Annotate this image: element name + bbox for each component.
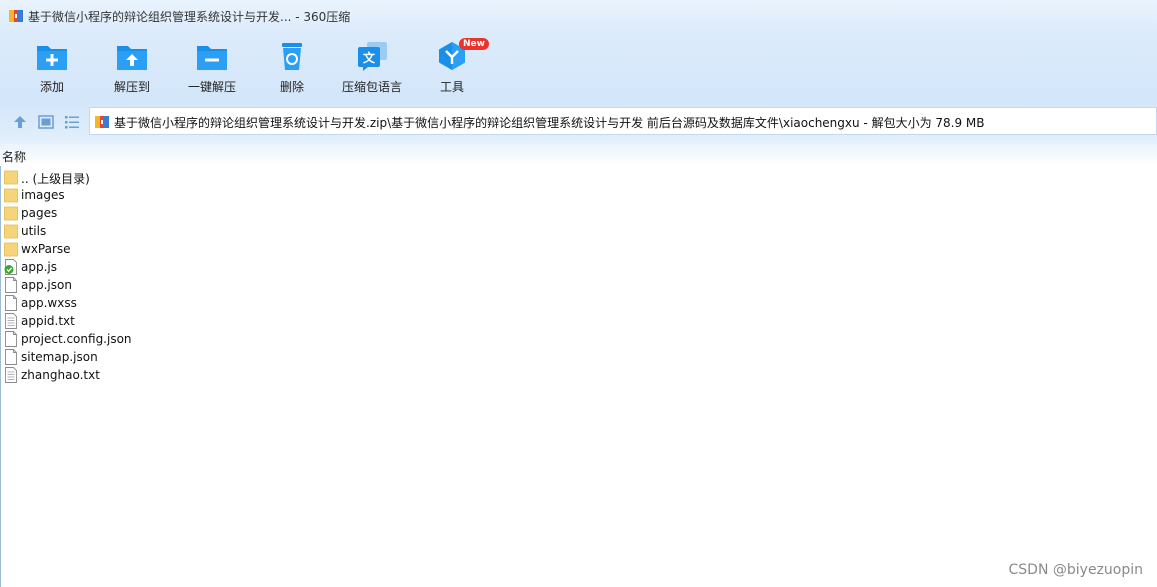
file-icon bbox=[5, 277, 17, 293]
watermark: CSDN @biyezuopin bbox=[1008, 562, 1143, 578]
file-name: images bbox=[21, 188, 65, 202]
file-name: zhanghao.txt bbox=[21, 368, 100, 382]
one-click-extract-icon bbox=[197, 46, 227, 70]
js-file-icon bbox=[4, 259, 17, 275]
file-name: project.config.json bbox=[21, 332, 132, 346]
thumbnail-view-icon[interactable] bbox=[37, 113, 55, 131]
file-row[interactable]: utils bbox=[0, 222, 600, 240]
up-arrow-icon[interactable] bbox=[11, 113, 29, 131]
folder-icon bbox=[4, 206, 18, 221]
file-list: .. (上级目录) images pages utils wxParse app.js ap… bbox=[0, 168, 600, 384]
file-name: sitemap.json bbox=[21, 350, 98, 364]
extract-to-label: 解压到 bbox=[113, 80, 150, 94]
one-click-extract-button[interactable]: 一键解压 bbox=[177, 40, 247, 98]
address-row: 基于微信小程序的辩论组织管理系统设计与开发.zip\基于微信小程序的辩论组织管理… bbox=[0, 100, 1157, 144]
file-name: app.json bbox=[21, 278, 72, 292]
text-file-icon bbox=[5, 367, 17, 383]
tools-label: 工具 bbox=[439, 80, 464, 94]
column-header-label: 名称 bbox=[2, 150, 27, 164]
title-bar: 基于微信小程序的辩论组织管理系统设计与开发... - 360压缩 bbox=[0, 0, 1157, 34]
file-name: app.wxss bbox=[21, 296, 77, 310]
toolbar: 添加 解压到 一键解压 删除 文 压缩包语言 New 工具 bbox=[0, 34, 1157, 100]
file-row[interactable]: app.js bbox=[0, 258, 600, 276]
address-bar[interactable]: 基于微信小程序的辩论组织管理系统设计与开发.zip\基于微信小程序的辩论组织管理… bbox=[89, 107, 1157, 135]
file-row[interactable]: pages bbox=[0, 204, 600, 222]
extract-to-button[interactable]: 解压到 bbox=[97, 40, 167, 98]
file-name: .. (上级目录) bbox=[21, 172, 90, 186]
file-name: utils bbox=[21, 224, 47, 238]
column-header-name[interactable]: 名称 bbox=[0, 144, 1157, 166]
window-title: 基于微信小程序的辩论组织管理系统设计与开发... - 360压缩 bbox=[28, 10, 351, 24]
file-name: pages bbox=[21, 206, 58, 220]
file-name: appid.txt bbox=[21, 314, 75, 328]
tools-button[interactable]: New 工具 bbox=[417, 38, 489, 98]
archive-language-button[interactable]: 文 压缩包语言 bbox=[337, 40, 407, 98]
archive-icon bbox=[95, 116, 109, 128]
add-label: 添加 bbox=[39, 80, 64, 94]
svg-text:文: 文 bbox=[363, 50, 376, 65]
file-row[interactable]: app.wxss bbox=[0, 294, 600, 312]
folder-icon bbox=[4, 224, 18, 239]
text-file-icon bbox=[5, 313, 17, 329]
delete-button[interactable]: 删除 bbox=[257, 40, 327, 98]
language-icon: 文 bbox=[358, 42, 387, 71]
file-row[interactable]: appid.txt bbox=[0, 312, 600, 330]
list-view-icon[interactable] bbox=[63, 113, 81, 131]
file-row[interactable]: app.json bbox=[0, 276, 600, 294]
file-icon bbox=[5, 331, 17, 347]
folder-icon bbox=[4, 188, 18, 203]
file-row[interactable]: zhanghao.txt bbox=[0, 366, 600, 384]
add-button[interactable]: 添加 bbox=[17, 40, 87, 98]
new-badge: New bbox=[459, 38, 489, 50]
one-click-extract-label: 一键解压 bbox=[187, 80, 236, 94]
file-icon bbox=[5, 349, 17, 365]
archive-icon bbox=[9, 10, 23, 22]
archive-language-label: 压缩包语言 bbox=[341, 80, 402, 94]
file-row[interactable]: sitemap.json bbox=[0, 348, 600, 366]
address-path: 基于微信小程序的辩论组织管理系统设计与开发.zip\基于微信小程序的辩论组织管理… bbox=[114, 116, 985, 130]
file-row[interactable]: images bbox=[0, 186, 600, 204]
file-row[interactable]: .. (上级目录) bbox=[0, 168, 600, 186]
file-name: wxParse bbox=[21, 242, 71, 256]
extract-to-icon bbox=[117, 46, 147, 70]
folder-icon bbox=[4, 170, 18, 185]
recycle-bin-icon bbox=[282, 43, 302, 70]
file-row[interactable]: wxParse bbox=[0, 240, 600, 258]
folder-icon bbox=[4, 242, 18, 257]
file-icon bbox=[5, 295, 17, 311]
file-name: app.js bbox=[21, 260, 57, 274]
app-window: 基于微信小程序的辩论组织管理系统设计与开发... - 360压缩 添加 解压到 bbox=[0, 0, 1157, 587]
add-folder-icon bbox=[37, 46, 67, 70]
file-row[interactable]: project.config.json bbox=[0, 330, 600, 348]
delete-label: 删除 bbox=[279, 80, 304, 94]
